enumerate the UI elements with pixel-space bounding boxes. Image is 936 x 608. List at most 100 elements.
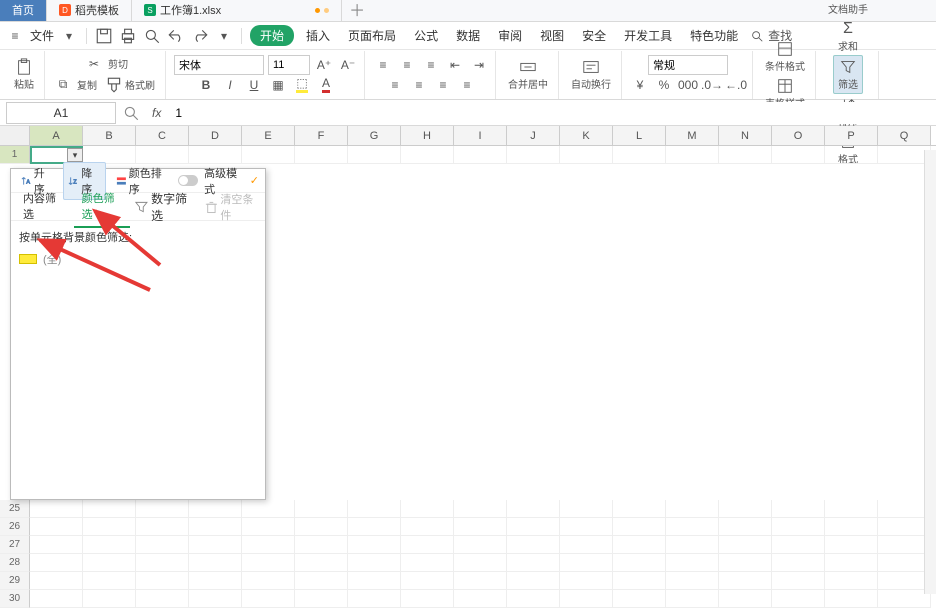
font-color-button[interactable]: A bbox=[316, 75, 336, 95]
ribbon-tab-devtools[interactable]: 开发工具 bbox=[618, 25, 678, 46]
ribbon-tab-view[interactable]: 视图 bbox=[534, 25, 570, 46]
cell[interactable] bbox=[401, 518, 454, 536]
tab-workbook1[interactable]: S 工作簿1.xlsx bbox=[132, 0, 342, 21]
cell[interactable] bbox=[30, 518, 83, 536]
cell[interactable] bbox=[242, 536, 295, 554]
cell[interactable] bbox=[560, 518, 613, 536]
cell[interactable] bbox=[507, 554, 560, 572]
name-box[interactable]: A1 bbox=[6, 102, 116, 124]
percent-icon[interactable]: % bbox=[654, 75, 674, 95]
underline-button[interactable]: U bbox=[244, 75, 264, 95]
cell[interactable] bbox=[83, 572, 136, 590]
cell[interactable] bbox=[83, 536, 136, 554]
comma-icon[interactable]: 000 bbox=[678, 75, 698, 95]
cell[interactable] bbox=[189, 536, 242, 554]
cell[interactable] bbox=[136, 554, 189, 572]
cut-label[interactable]: 剪切 bbox=[108, 56, 128, 71]
cell[interactable] bbox=[560, 536, 613, 554]
indent-increase-icon[interactable]: ⇥ bbox=[469, 55, 489, 75]
cell[interactable] bbox=[719, 146, 772, 164]
paste-button[interactable]: 粘贴 bbox=[10, 56, 38, 93]
decimal-inc-icon[interactable]: .0→ bbox=[702, 75, 722, 95]
cell[interactable] bbox=[666, 146, 719, 164]
wrap-text-button[interactable]: 自动换行 bbox=[567, 56, 615, 93]
adv-mode-toggle[interactable] bbox=[178, 175, 198, 186]
cell[interactable] bbox=[295, 590, 348, 608]
number-filter-button[interactable]: 数字筛选 bbox=[151, 190, 195, 224]
fill-color-button[interactable]: ⬚ bbox=[292, 75, 312, 95]
cell[interactable] bbox=[83, 518, 136, 536]
merge-center-button[interactable]: 合并居中 bbox=[504, 56, 552, 93]
number-format-select[interactable] bbox=[648, 55, 728, 75]
cell[interactable] bbox=[825, 500, 878, 518]
font-name-select[interactable] bbox=[174, 55, 264, 75]
cell[interactable] bbox=[295, 572, 348, 590]
column-header[interactable]: O bbox=[772, 126, 825, 145]
indent-decrease-icon[interactable]: ⇤ bbox=[445, 55, 465, 75]
sum-button[interactable]: Σ 求和 bbox=[834, 18, 862, 55]
cell[interactable] bbox=[136, 536, 189, 554]
cell[interactable] bbox=[825, 146, 878, 164]
cell[interactable] bbox=[136, 590, 189, 608]
cell[interactable] bbox=[242, 518, 295, 536]
column-header[interactable]: Q bbox=[878, 126, 931, 145]
zoom-icon[interactable] bbox=[122, 104, 140, 122]
cell[interactable] bbox=[136, 500, 189, 518]
row-header[interactable]: 27 bbox=[0, 536, 30, 554]
row-header[interactable]: 29 bbox=[0, 572, 30, 590]
cell[interactable] bbox=[560, 554, 613, 572]
tab-home[interactable]: 首页 bbox=[0, 0, 47, 21]
cell[interactable] bbox=[189, 590, 242, 608]
ribbon-tab-formula[interactable]: 公式 bbox=[408, 25, 444, 46]
format-painter-button[interactable]: 格式刷 bbox=[101, 74, 159, 96]
cell[interactable] bbox=[666, 554, 719, 572]
preview-icon[interactable] bbox=[143, 27, 161, 45]
cell[interactable] bbox=[772, 518, 825, 536]
cell[interactable] bbox=[719, 572, 772, 590]
row-header[interactable]: 26 bbox=[0, 518, 30, 536]
filter-dropdown-icon[interactable] bbox=[67, 148, 83, 162]
hamburger-icon[interactable]: ≡ bbox=[6, 27, 24, 45]
cell[interactable] bbox=[507, 518, 560, 536]
select-all-corner[interactable] bbox=[0, 126, 30, 145]
vertical-scrollbar[interactable] bbox=[924, 150, 936, 594]
cell[interactable] bbox=[666, 518, 719, 536]
cell[interactable] bbox=[242, 146, 295, 164]
cell[interactable] bbox=[189, 572, 242, 590]
column-header[interactable]: M bbox=[666, 126, 719, 145]
cell[interactable] bbox=[454, 518, 507, 536]
cell[interactable] bbox=[613, 146, 666, 164]
copy-icon[interactable]: ⧉ bbox=[53, 75, 73, 95]
cell[interactable] bbox=[348, 500, 401, 518]
cell[interactable] bbox=[83, 500, 136, 518]
cell[interactable] bbox=[401, 590, 454, 608]
cell[interactable] bbox=[189, 554, 242, 572]
column-header[interactable]: C bbox=[136, 126, 189, 145]
cell[interactable] bbox=[348, 536, 401, 554]
align-top-icon[interactable]: ≡ bbox=[373, 55, 393, 75]
column-header[interactable]: N bbox=[719, 126, 772, 145]
cell[interactable] bbox=[719, 518, 772, 536]
cell[interactable] bbox=[401, 146, 454, 164]
align-left-icon[interactable]: ≡ bbox=[385, 75, 405, 95]
bold-button[interactable]: B bbox=[196, 75, 216, 95]
row-header[interactable]: 28 bbox=[0, 554, 30, 572]
formula-input[interactable] bbox=[169, 102, 936, 124]
align-middle-icon[interactable]: ≡ bbox=[397, 55, 417, 75]
ribbon-tab-security[interactable]: 安全 bbox=[576, 25, 612, 46]
cell[interactable] bbox=[772, 536, 825, 554]
cell[interactable] bbox=[772, 146, 825, 164]
cell[interactable] bbox=[666, 590, 719, 608]
cell[interactable] bbox=[242, 554, 295, 572]
cell[interactable] bbox=[348, 572, 401, 590]
cell[interactable] bbox=[560, 572, 613, 590]
cell[interactable] bbox=[295, 554, 348, 572]
chevron-down-icon[interactable]: ▾ bbox=[60, 27, 78, 45]
cell[interactable] bbox=[719, 500, 772, 518]
cell[interactable] bbox=[825, 590, 878, 608]
currency-icon[interactable]: ¥ bbox=[630, 75, 650, 95]
cell[interactable] bbox=[454, 500, 507, 518]
cell[interactable] bbox=[454, 536, 507, 554]
cell[interactable] bbox=[454, 590, 507, 608]
filter-button[interactable]: 筛选 bbox=[833, 55, 863, 94]
